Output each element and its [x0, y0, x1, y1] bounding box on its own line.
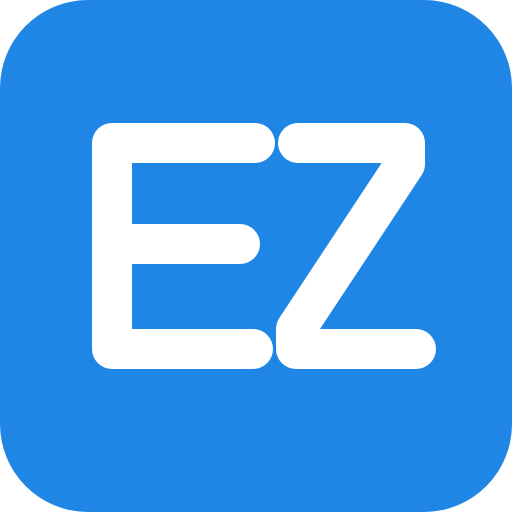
app-icon-svg [0, 0, 512, 512]
app-icon [0, 0, 512, 512]
